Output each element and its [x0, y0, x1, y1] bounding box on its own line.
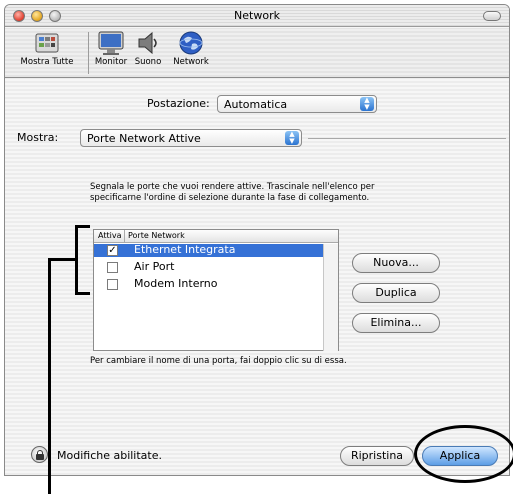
port-name: Modem Interno	[134, 277, 218, 290]
location-value: Automatica	[224, 98, 288, 111]
annotation-callout-line	[48, 258, 51, 494]
show-value: Porte Network Attive	[87, 132, 201, 145]
toolbar-network-label: Network	[173, 57, 209, 67]
system-preferences-icon	[35, 33, 59, 53]
network-preferences-window: Network Mostra Tutte Monitor Suono Netwo…	[4, 4, 510, 476]
table-row[interactable]: Air Port	[94, 260, 324, 274]
active-checkbox[interactable]: ✓	[107, 245, 118, 256]
lock-icon[interactable]	[31, 446, 48, 463]
port-name: Ethernet Integrata	[134, 243, 236, 256]
instructions-text: Segnala le porte che vuoi rendere attive…	[90, 182, 374, 204]
location-popup[interactable]: Automatica ▲ ▼	[217, 95, 377, 113]
toolbar-show-all-label: Mostra Tutte	[20, 57, 74, 67]
instructions-line-1: Segnala le porte che vuoi rendere attive…	[90, 182, 375, 192]
toolbar-show-all[interactable]: Mostra Tutte	[7, 30, 87, 67]
divider-line	[308, 138, 506, 139]
monitor-icon	[98, 31, 124, 55]
toolbar-monitor-label: Monitor	[94, 57, 128, 67]
table-row[interactable]: ✓ Ethernet Integrata	[94, 243, 324, 257]
toolbar-network[interactable]: Network	[167, 30, 215, 67]
table-row[interactable]: Modem Interno	[94, 277, 324, 291]
location-label: Postazione:	[147, 97, 210, 110]
popup-arrows-icon: ▲ ▼	[285, 131, 299, 145]
column-header-active[interactable]: Attiva	[98, 231, 121, 240]
lock-body	[36, 454, 44, 460]
rename-hint-text: Per cambiare il nome di una porta, fai d…	[90, 356, 347, 366]
annotation-connector	[48, 258, 76, 261]
table-header: Attiva Porte Network	[94, 230, 338, 243]
annotation-bracket-bottom	[75, 292, 90, 295]
popup-arrows-icon: ▲ ▼	[360, 97, 374, 111]
toolbar-sound[interactable]: Suono	[131, 30, 165, 67]
column-divider	[124, 230, 125, 243]
preferences-toolbar: Mostra Tutte Monitor Suono Network	[5, 28, 509, 78]
revert-button[interactable]: Ripristina	[340, 446, 414, 466]
show-label: Mostra:	[17, 131, 59, 144]
globe-network-icon	[179, 31, 203, 55]
delete-port-button[interactable]: Elimina...	[352, 313, 440, 333]
lock-status-text: Modifiche abilitate.	[57, 449, 162, 462]
annotation-circle	[414, 425, 513, 483]
column-header-ports[interactable]: Porte Network	[128, 231, 185, 240]
active-checkbox[interactable]	[107, 262, 118, 273]
new-port-button[interactable]: Nuova...	[352, 253, 440, 273]
speaker-icon	[138, 31, 157, 55]
toolbar-monitor[interactable]: Monitor	[93, 30, 129, 67]
annotation-bracket-top	[75, 225, 90, 228]
toolbar-separator	[88, 32, 89, 74]
show-popup[interactable]: Porte Network Attive ▲ ▼	[80, 129, 302, 147]
toolbar-toggle-button[interactable]	[483, 11, 501, 21]
window-title: Network	[234, 9, 280, 22]
duplicate-port-button[interactable]: Duplica	[352, 283, 440, 303]
toolbar-sound-label: Suono	[134, 57, 162, 67]
instructions-line-2: specificarne l'ordine di selezione duran…	[90, 193, 370, 203]
table-scrollbar[interactable]	[323, 244, 338, 351]
title-bar[interactable]: Network	[5, 5, 509, 27]
active-checkbox[interactable]	[107, 279, 118, 290]
network-ports-table[interactable]: Attiva Porte Network ✓ Ethernet Integrat…	[93, 229, 339, 351]
port-name: Air Port	[134, 260, 175, 273]
